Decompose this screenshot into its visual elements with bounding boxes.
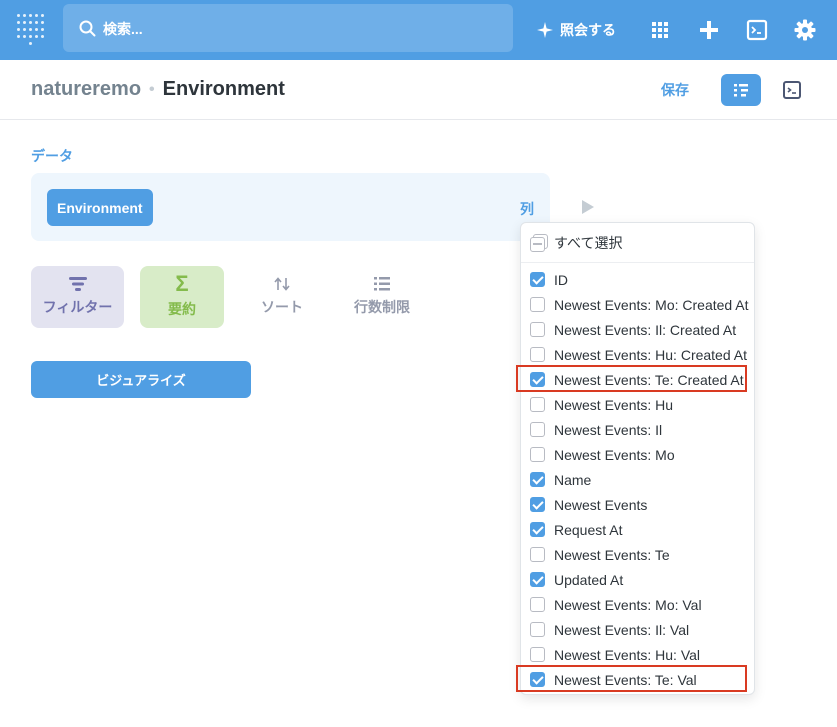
plus-icon[interactable] [697, 18, 721, 42]
notebook-icon [734, 84, 748, 97]
columns-toggle[interactable]: 列 [520, 199, 534, 219]
select-all-checkbox-icon[interactable] [530, 234, 548, 252]
column-option[interactable]: Newest Events: Il: Val [521, 617, 754, 642]
column-option[interactable]: Newest Events: Hu: Created At [521, 342, 754, 367]
column-option[interactable]: Request At [521, 517, 754, 542]
column-label: Newest Events: Mo: Val [554, 596, 702, 613]
list-icon [374, 277, 390, 291]
column-checkbox[interactable] [530, 522, 545, 537]
column-label: Updated At [554, 571, 624, 588]
summarize-button[interactable]: Σ 要約 [140, 266, 224, 328]
select-all-toggle[interactable]: すべて選択 [530, 231, 622, 255]
data-step: Environment 列 [31, 173, 550, 241]
row-limit-button[interactable]: 行数制限 [340, 266, 424, 328]
highlight-box-te-val [516, 665, 747, 692]
column-checkbox[interactable] [530, 397, 545, 412]
column-option[interactable]: Newest Events: Mo [521, 442, 754, 467]
column-label: Newest Events: Mo: Created At [554, 296, 749, 313]
column-option[interactable]: Newest Events: Te [521, 542, 754, 567]
column-label: Newest Events: Il: Created At [554, 321, 737, 338]
column-checkbox[interactable] [530, 322, 545, 337]
columns-popover: すべて選択 ID Newest Events: Mo: Created At New… [520, 222, 755, 695]
column-option[interactable]: ID [521, 267, 754, 292]
column-label: Newest Events [554, 496, 648, 513]
notebook-editor-button[interactable] [721, 74, 761, 106]
column-label: ID [554, 271, 568, 288]
data-section-label: データ [31, 148, 73, 164]
filter-label: フィルター [42, 299, 113, 315]
search-bar[interactable]: 検索... [63, 4, 513, 52]
column-option[interactable]: Name [521, 467, 754, 492]
column-list: ID Newest Events: Mo: Created At Newest Ev… [521, 267, 754, 692]
logo-icon[interactable] [17, 14, 45, 46]
gear-icon[interactable] [793, 18, 817, 42]
sort-icon [274, 277, 290, 291]
column-checkbox[interactable] [530, 597, 545, 612]
column-label: Newest Events: Te [554, 546, 670, 563]
select-all-label: すべて選択 [554, 235, 623, 251]
column-label: Newest Events: Hu: Created At [554, 346, 747, 363]
grid-icon[interactable] [648, 18, 672, 42]
ask-question-button[interactable]: 照会する [536, 18, 616, 42]
column-checkbox[interactable] [530, 297, 545, 312]
column-checkbox[interactable] [530, 272, 545, 287]
column-checkbox[interactable] [530, 422, 545, 437]
save-button[interactable]: 保存 [661, 80, 689, 100]
sort-label: ソート [261, 299, 303, 315]
column-checkbox[interactable] [530, 347, 545, 362]
sigma-icon: Σ [175, 271, 189, 296]
column-checkbox[interactable] [530, 572, 545, 587]
filter-button[interactable]: フィルター [31, 266, 124, 328]
database-name[interactable]: natureremo [31, 78, 141, 101]
column-label: Newest Events: Il [554, 421, 663, 438]
column-checkbox[interactable] [530, 497, 545, 512]
breadcrumb-separator: • [149, 80, 155, 98]
column-checkbox[interactable] [530, 622, 545, 637]
sparkle-icon [537, 22, 553, 38]
sort-button[interactable]: ソート [240, 266, 324, 328]
column-checkbox[interactable] [530, 547, 545, 562]
row-limit-label: 行数制限 [354, 299, 410, 315]
query-header: natureremo • Environment 保存 [0, 60, 837, 120]
column-option[interactable]: Newest Events: Hu [521, 392, 754, 417]
column-option[interactable]: Newest Events: Mo: Created At [521, 292, 754, 317]
breadcrumb: natureremo • Environment [31, 78, 285, 101]
column-checkbox[interactable] [530, 447, 545, 462]
column-label: Newest Events: Hu: Val [554, 646, 701, 663]
source-table-pill[interactable]: Environment [47, 189, 153, 226]
column-label: Newest Events: Mo [554, 446, 675, 463]
column-option[interactable]: Newest Events: Il: Created At [521, 317, 754, 342]
column-label: Newest Events: Hu [554, 396, 674, 413]
column-label: Newest Events: Il: Val [554, 621, 690, 638]
column-option[interactable]: Newest Events: Mo: Val [521, 592, 754, 617]
visualize-button[interactable]: ビジュアライズ [31, 361, 251, 398]
column-label: Request At [554, 521, 623, 538]
column-label: Name [554, 471, 592, 488]
search-placeholder[interactable]: 検索... [103, 19, 143, 39]
top-nav: 検索... 照会する [0, 0, 837, 60]
summarize-label: 要約 [168, 301, 196, 317]
filter-icon [68, 277, 87, 291]
column-option[interactable]: Newest Events: Hu: Val [521, 642, 754, 667]
terminal-icon[interactable] [745, 18, 769, 42]
column-option[interactable]: Newest Events: Il [521, 417, 754, 442]
column-checkbox[interactable] [530, 647, 545, 662]
search-icon [79, 20, 96, 37]
popover-divider [521, 262, 754, 263]
preview-play-icon[interactable] [582, 200, 594, 214]
table-name: Environment [162, 78, 285, 100]
highlight-box-te-created-at [516, 365, 747, 392]
column-option[interactable]: Newest Events [521, 492, 754, 517]
column-checkbox[interactable] [530, 472, 545, 487]
sql-terminal-icon[interactable] [780, 78, 804, 102]
ask-question-label: 照会する [560, 22, 616, 38]
column-option[interactable]: Updated At [521, 567, 754, 592]
